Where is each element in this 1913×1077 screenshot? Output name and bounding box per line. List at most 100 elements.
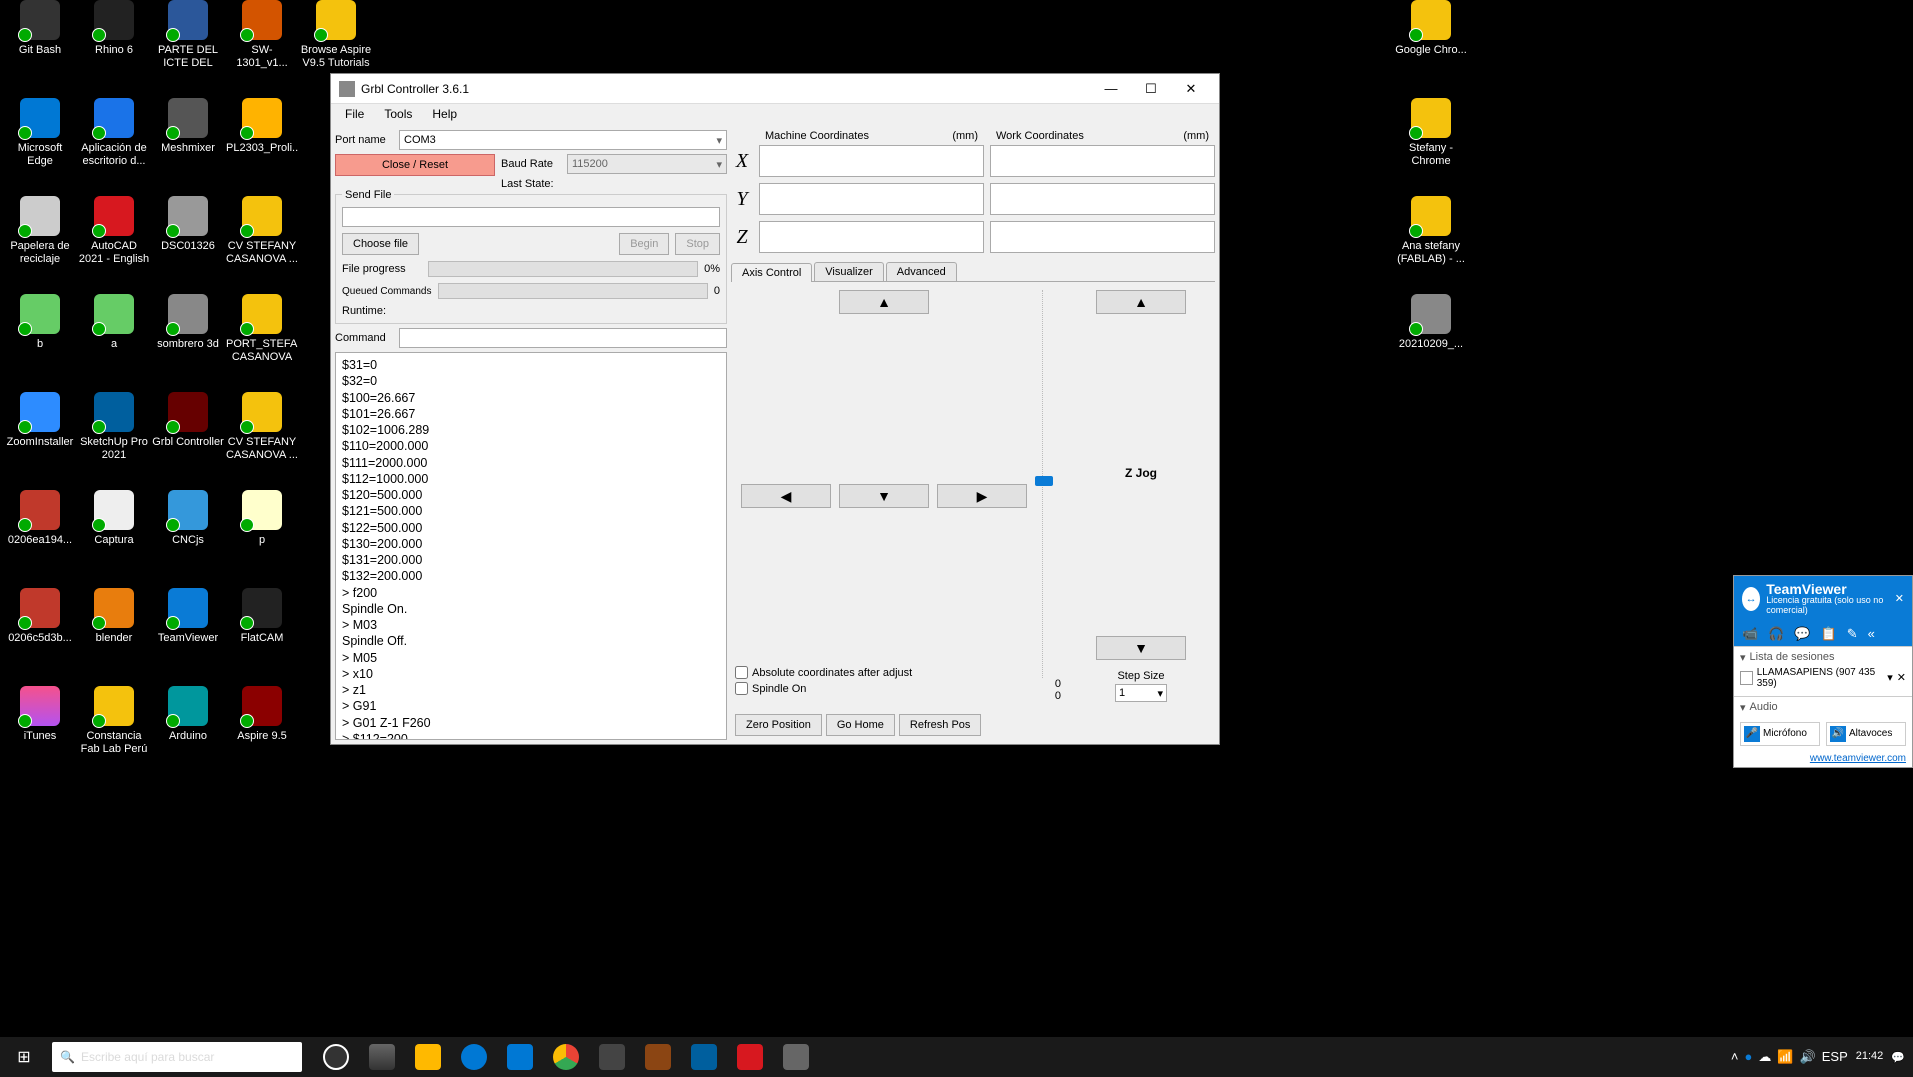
port-combo[interactable]: COM3: [399, 130, 727, 150]
console-output[interactable]: $31=0 $32=0 $100=26.667 $101=26.667 $102…: [335, 352, 727, 740]
tb-explorer[interactable]: [406, 1037, 450, 1077]
desktop-icon[interactable]: Ana stefany (FABLAB) - ...: [1395, 196, 1467, 266]
desktop-icon[interactable]: Aspire 9.5: [226, 686, 298, 743]
desktop-icon[interactable]: Meshmixer: [152, 98, 224, 155]
tv-session-close-icon[interactable]: ✕: [1897, 671, 1906, 684]
desktop-icon[interactable]: Browse Aspire V9.5 Tutorials: [300, 0, 372, 70]
desktop-icon[interactable]: blender: [78, 588, 150, 645]
desktop-icon[interactable]: Captura: [78, 490, 150, 547]
tab-axis-control[interactable]: Axis Control: [731, 263, 812, 282]
desktop-icon[interactable]: PORT_STEFANY CASANOVA: [226, 294, 298, 364]
tb-edge[interactable]: [452, 1037, 496, 1077]
step-size-combo[interactable]: 1: [1115, 684, 1167, 702]
desktop-icon[interactable]: ZoomInstaller: [4, 392, 76, 449]
desktop-icon[interactable]: a: [78, 294, 150, 351]
tray-tv-icon[interactable]: ●: [1745, 1049, 1753, 1065]
start-button[interactable]: ⊞: [0, 1037, 48, 1077]
baud-combo[interactable]: 115200: [567, 154, 727, 174]
tb-app5[interactable]: [774, 1037, 818, 1077]
desktop-icon[interactable]: CV STEFANY CASANOVA ...: [226, 392, 298, 462]
desktop-icon[interactable]: Google Chro...: [1395, 0, 1467, 57]
desktop-icon[interactable]: Papelera de reciclaje: [4, 196, 76, 266]
desktop-icon[interactable]: CNCjs: [152, 490, 224, 547]
tray-up-icon[interactable]: ˄: [1731, 1049, 1739, 1065]
tb-app2[interactable]: [636, 1037, 680, 1077]
desktop-icon[interactable]: DSC01326: [152, 196, 224, 253]
maximize-button[interactable]: ☐: [1131, 75, 1171, 103]
tv-link[interactable]: www.teamviewer.com: [1734, 750, 1912, 767]
desktop-icon[interactable]: 20210209_...: [1395, 294, 1467, 351]
tb-chrome[interactable]: [544, 1037, 588, 1077]
menu-file[interactable]: File: [335, 104, 374, 126]
desktop-icon[interactable]: iTunes: [4, 686, 76, 743]
desktop-icon[interactable]: b: [4, 294, 76, 351]
desktop-icon[interactable]: PL2303_Proli...: [226, 98, 298, 155]
desktop-icon[interactable]: CV STEFANY CASANOVA ...: [226, 196, 298, 266]
jog-x-left[interactable]: ◀: [741, 484, 831, 508]
minimize-button[interactable]: —: [1091, 75, 1131, 103]
desktop-icon[interactable]: p: [226, 490, 298, 547]
desktop-icon[interactable]: Rhino 6: [78, 0, 150, 57]
tv-chat-icon[interactable]: 💬: [1794, 626, 1810, 642]
tray-wifi-icon[interactable]: 📶: [1777, 1049, 1793, 1065]
tray-lang-icon[interactable]: ESP: [1822, 1049, 1848, 1065]
tv-spk-box[interactable]: 🔊Altavoces: [1826, 722, 1906, 746]
desktop-icon[interactable]: AutoCAD 2021 - English: [78, 196, 150, 266]
tab-visualizer[interactable]: Visualizer: [814, 262, 884, 281]
jog-speed-slider[interactable]: [1042, 290, 1062, 678]
desktop-icon[interactable]: 0206c5d3b...: [4, 588, 76, 645]
go-home-button[interactable]: Go Home: [826, 714, 895, 736]
tv-audio-header[interactable]: ▾ Audio: [1740, 701, 1906, 714]
desktop-icon[interactable]: Microsoft Edge: [4, 98, 76, 168]
tv-sessions-header[interactable]: ▾ Lista de sesiones: [1740, 651, 1906, 664]
tb-store[interactable]: [498, 1037, 542, 1077]
desktop-icon[interactable]: Grbl Controller: [152, 392, 224, 449]
file-path-input[interactable]: [342, 207, 720, 227]
desktop-icon[interactable]: FlatCAM: [226, 588, 298, 645]
desktop-icon[interactable]: PARTE DEL ICTE DEL DI...: [152, 0, 224, 70]
abs-coord-check[interactable]: Absolute coordinates after adjust: [735, 666, 1033, 679]
stop-button[interactable]: Stop: [675, 233, 720, 255]
jog-x-right[interactable]: ▶: [937, 484, 1027, 508]
tv-session-menu-icon[interactable]: ▾: [1887, 671, 1893, 684]
tb-app4[interactable]: [728, 1037, 772, 1077]
tb-app3[interactable]: [682, 1037, 726, 1077]
spindle-on-check[interactable]: Spindle On: [735, 682, 1033, 695]
taskbar-clock[interactable]: 21:42: [1856, 1050, 1884, 1063]
taskbar-search[interactable]: 🔍 Escribe aquí para buscar: [52, 1042, 302, 1072]
zero-position-button[interactable]: Zero Position: [735, 714, 822, 736]
tv-files-icon[interactable]: 📋: [1821, 626, 1837, 642]
desktop-icon[interactable]: SketchUp Pro 2021: [78, 392, 150, 462]
tv-audio-icon[interactable]: 🎧: [1768, 626, 1784, 642]
tv-mic-box[interactable]: 🎤Micrófono: [1740, 722, 1820, 746]
menu-help[interactable]: Help: [422, 104, 467, 126]
tray-cloud-icon[interactable]: ☁: [1758, 1049, 1771, 1065]
tray-notifications-icon[interactable]: 💬: [1891, 1051, 1905, 1064]
begin-button[interactable]: Begin: [619, 233, 669, 255]
jog-z-down[interactable]: ▼: [1096, 636, 1186, 660]
desktop-icon[interactable]: Git Bash: [4, 0, 76, 57]
tv-whiteboard-icon[interactable]: ✎: [1847, 626, 1858, 642]
tv-session-name[interactable]: LLAMASAPIENS (907 435 359): [1757, 667, 1884, 689]
jog-y-down[interactable]: ▼: [839, 484, 929, 508]
desktop-icon[interactable]: Constancia Fab Lab Perú 3: [78, 686, 150, 756]
desktop-icon[interactable]: Aplicación de escritorio d...: [78, 98, 150, 168]
desktop-icon[interactable]: sombrero 3d: [152, 294, 224, 351]
desktop-icon[interactable]: 0206ea194...: [4, 490, 76, 547]
close-reset-button[interactable]: Close / Reset: [335, 154, 495, 176]
close-button[interactable]: ✕: [1171, 75, 1211, 103]
tb-app1[interactable]: [590, 1037, 634, 1077]
jog-z-up[interactable]: ▲: [1096, 290, 1186, 314]
tab-advanced[interactable]: Advanced: [886, 262, 957, 281]
jog-y-up[interactable]: ▲: [839, 290, 929, 314]
titlebar[interactable]: Grbl Controller 3.6.1 — ☐ ✕: [331, 74, 1219, 104]
tv-close-icon[interactable]: ✕: [1895, 592, 1904, 605]
desktop-icon[interactable]: TeamViewer: [152, 588, 224, 645]
tray-vol-icon[interactable]: 🔊: [1800, 1049, 1816, 1065]
tb-cortana[interactable]: [314, 1037, 358, 1077]
tb-taskview[interactable]: [360, 1037, 404, 1077]
menu-tools[interactable]: Tools: [374, 104, 422, 126]
desktop-icon[interactable]: SW-1301_v1...: [226, 0, 298, 70]
command-input[interactable]: [399, 328, 727, 348]
desktop-icon[interactable]: Arduino: [152, 686, 224, 743]
